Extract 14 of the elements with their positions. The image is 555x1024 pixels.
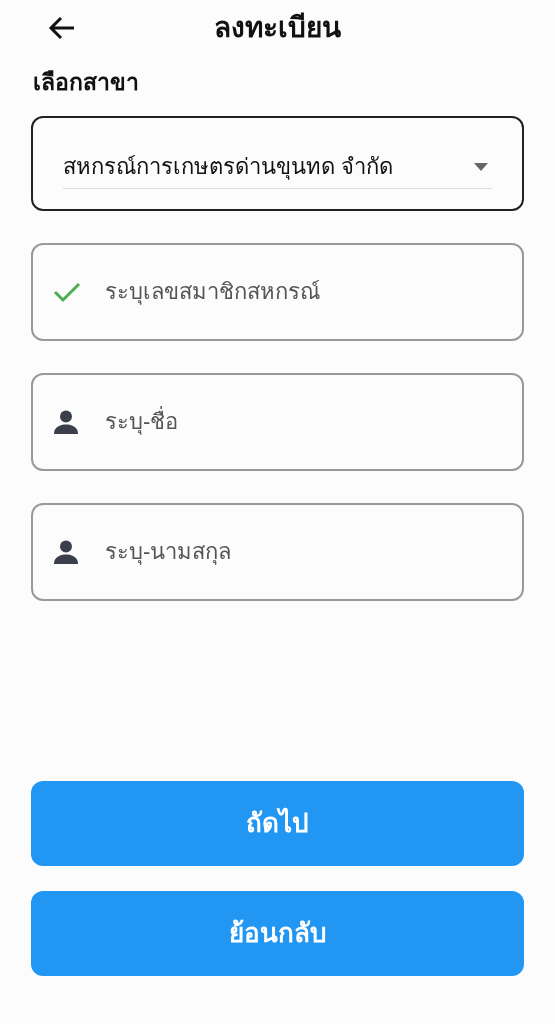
person-icon (53, 409, 79, 434)
page-title: ลงทะเบียน (214, 10, 341, 45)
back-arrow-icon (48, 15, 76, 40)
text-field[interactable]: ระบุเลขสมาชิกสหกรณ์ (31, 242, 524, 341)
dropdown-caret-icon (474, 162, 488, 171)
check-icon (53, 280, 81, 303)
next-button[interactable]: ถัดไป (31, 781, 524, 866)
text-field[interactable]: ระบุ-ชื่อ (31, 372, 524, 471)
branch-label: เลือกสาขา (33, 68, 140, 97)
branch-value: สหกรณ์การเกษตรด่านขุนทด จำกัด (63, 153, 395, 182)
person-icon (53, 539, 79, 564)
text-field[interactable]: ระบุ-นามสกุล (31, 502, 524, 601)
back-text-button[interactable]: ย้อนกลับ (31, 891, 524, 976)
branch-dropdown[interactable]: สหกรณ์การเกษตรด่านขุนทด จำกัด (31, 115, 524, 211)
